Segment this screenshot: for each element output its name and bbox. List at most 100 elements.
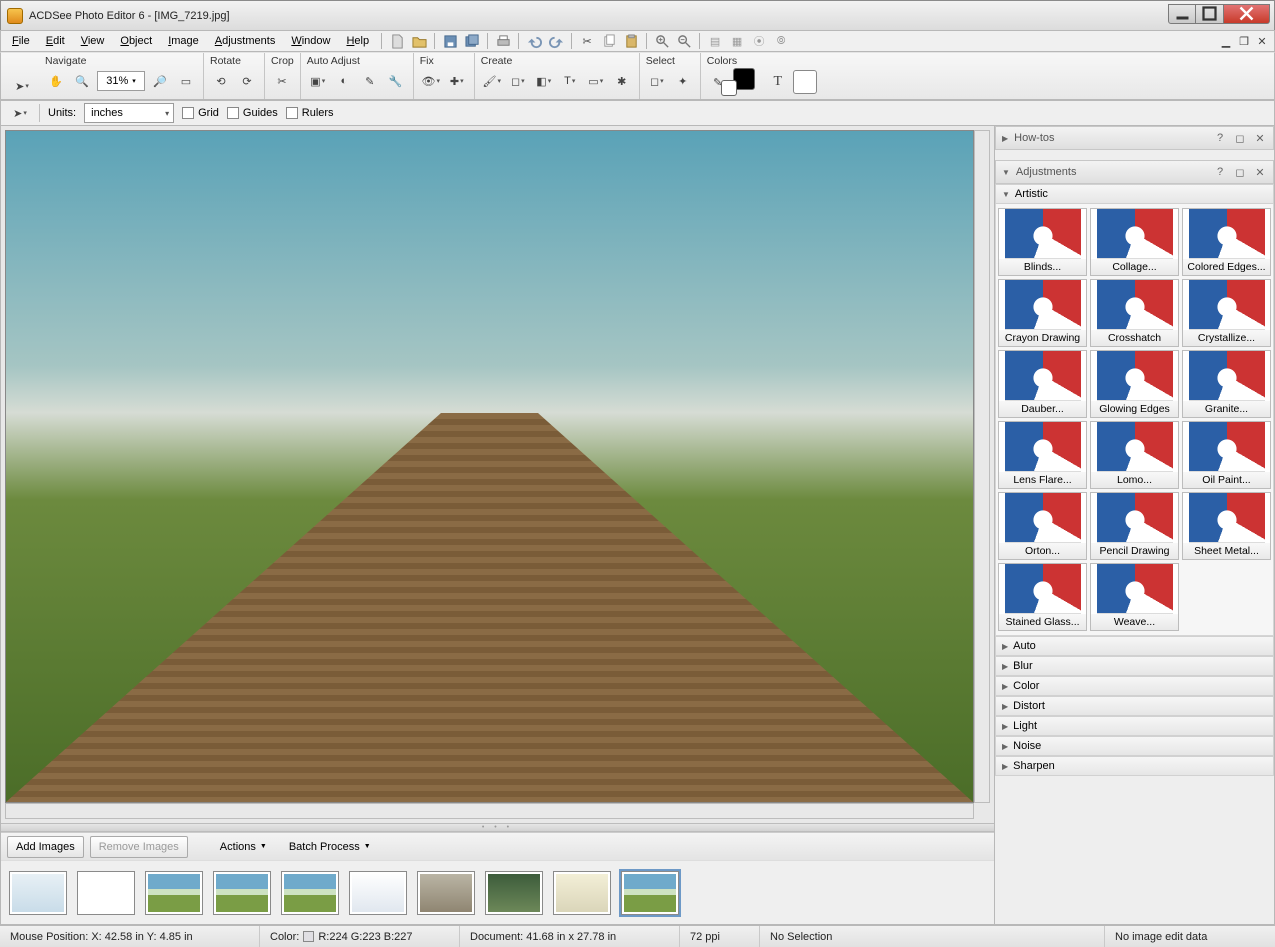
zoom-in-icon[interactable] bbox=[652, 31, 672, 51]
align-left-icon[interactable]: ▤ bbox=[705, 31, 725, 51]
rotate-right-icon[interactable]: ⟳ bbox=[236, 70, 258, 92]
window-minimize-button[interactable] bbox=[1168, 4, 1196, 24]
units-combo[interactable]: inches bbox=[84, 103, 174, 123]
filmstrip-thumb[interactable] bbox=[281, 871, 339, 915]
effect-blinds[interactable]: Blinds... bbox=[998, 208, 1087, 276]
crop-tool-icon[interactable]: ✂ bbox=[271, 70, 293, 92]
menu-view[interactable]: View bbox=[74, 33, 112, 49]
heal-tool-icon[interactable]: ✚ bbox=[446, 70, 468, 92]
fill-color-swatch[interactable] bbox=[793, 70, 817, 94]
zoom-fit-icon[interactable]: 🔎 bbox=[149, 70, 171, 92]
cut-icon[interactable]: ✂ bbox=[577, 31, 597, 51]
panel-close-icon[interactable]: ✕ bbox=[1253, 166, 1267, 179]
stamp-tool-icon[interactable]: ✱ bbox=[611, 70, 633, 92]
marquee-tool-icon[interactable]: ◻ bbox=[646, 70, 668, 92]
auto-fix-icon[interactable]: 🔧 bbox=[385, 70, 407, 92]
panel-close-icon[interactable]: ✕ bbox=[1253, 132, 1267, 145]
effect-crayon-drawing[interactable]: Crayon Drawing bbox=[998, 279, 1087, 347]
zoom-tool-icon[interactable]: 🔍 bbox=[71, 70, 93, 92]
menu-window[interactable]: Window bbox=[284, 33, 337, 49]
mdi-close-button[interactable]: ✕ bbox=[1254, 33, 1270, 49]
filmstrip-thumb[interactable] bbox=[349, 871, 407, 915]
panel-help-icon[interactable]: ? bbox=[1213, 132, 1227, 144]
copy-icon[interactable] bbox=[599, 31, 619, 51]
background-color-swatch[interactable] bbox=[721, 80, 737, 96]
effect-crystallize[interactable]: Crystallize... bbox=[1182, 279, 1271, 347]
print-icon[interactable] bbox=[493, 31, 513, 51]
pointer-tool-icon[interactable]: ➤ bbox=[11, 75, 33, 97]
effect-lomo[interactable]: Lomo... bbox=[1090, 421, 1179, 489]
menu-help[interactable]: Help bbox=[339, 33, 376, 49]
text-tool-icon[interactable]: T bbox=[559, 70, 581, 92]
save-all-icon[interactable] bbox=[462, 31, 482, 51]
distribute-h-icon[interactable]: ⦿ bbox=[749, 31, 769, 51]
menu-object[interactable]: Object bbox=[113, 33, 159, 49]
effect-collage[interactable]: Collage... bbox=[1090, 208, 1179, 276]
horizontal-scrollbar[interactable] bbox=[5, 803, 974, 819]
effect-oil-paint[interactable]: Oil Paint... bbox=[1182, 421, 1271, 489]
mdi-restore-button[interactable]: ❐ bbox=[1236, 33, 1252, 49]
tool-mode-icon[interactable]: ➤ bbox=[9, 102, 31, 124]
image-canvas[interactable] bbox=[5, 130, 974, 803]
distribute-v-icon[interactable]: ⦾ bbox=[771, 31, 791, 51]
effect-weave[interactable]: Weave... bbox=[1090, 563, 1179, 631]
zoom-level-combo[interactable]: 31%▾ bbox=[97, 71, 145, 91]
panel-pin-icon[interactable]: ◻ bbox=[1233, 132, 1247, 145]
menu-image[interactable]: Image bbox=[161, 33, 206, 49]
batch-process-dropdown[interactable]: Batch Process ▼ bbox=[281, 836, 379, 858]
rulers-checkbox[interactable]: Rulers bbox=[286, 107, 334, 119]
effect-dauber[interactable]: Dauber... bbox=[998, 350, 1087, 418]
effect-granite[interactable]: Granite... bbox=[1182, 350, 1271, 418]
effect-glowing-edges[interactable]: Glowing Edges bbox=[1090, 350, 1179, 418]
filmstrip-splitter[interactable]: • • • bbox=[1, 823, 994, 832]
filmstrip-thumb[interactable] bbox=[77, 871, 135, 915]
effect-sheet-metal[interactable]: Sheet Metal... bbox=[1182, 492, 1271, 560]
section-light[interactable]: ▶Light bbox=[995, 716, 1274, 736]
menu-edit[interactable]: Edit bbox=[39, 33, 72, 49]
redo-icon[interactable] bbox=[546, 31, 566, 51]
filmstrip-thumb[interactable] bbox=[9, 871, 67, 915]
zoom-out-icon[interactable] bbox=[674, 31, 694, 51]
section-noise[interactable]: ▶Noise bbox=[995, 736, 1274, 756]
open-icon[interactable] bbox=[409, 31, 429, 51]
zoom-actual-icon[interactable]: ▭ bbox=[175, 70, 197, 92]
remove-images-button[interactable]: Remove Images bbox=[90, 836, 188, 858]
save-icon[interactable] bbox=[440, 31, 460, 51]
filmstrip-thumb-selected[interactable] bbox=[621, 871, 679, 915]
panel-pin-icon[interactable]: ◻ bbox=[1233, 166, 1247, 179]
eraser-tool-icon[interactable]: ◧ bbox=[533, 70, 555, 92]
filmstrip-thumb[interactable] bbox=[213, 871, 271, 915]
filmstrip-thumb[interactable] bbox=[553, 871, 611, 915]
auto-color-icon[interactable]: ✎ bbox=[359, 70, 381, 92]
effect-lens-flare[interactable]: Lens Flare... bbox=[998, 421, 1087, 489]
actions-dropdown[interactable]: Actions ▼ bbox=[212, 836, 275, 858]
menu-file[interactable]: File bbox=[5, 33, 37, 49]
rotate-left-icon[interactable]: ⟲ bbox=[210, 70, 232, 92]
grid-checkbox[interactable]: Grid bbox=[182, 107, 219, 119]
undo-icon[interactable] bbox=[524, 31, 544, 51]
window-close-button[interactable] bbox=[1224, 4, 1270, 24]
filmstrip-thumb[interactable] bbox=[145, 871, 203, 915]
auto-levels-icon[interactable]: ▣ bbox=[307, 70, 329, 92]
new-icon[interactable] bbox=[387, 31, 407, 51]
section-blur[interactable]: ▶Blur bbox=[995, 656, 1274, 676]
align-center-icon[interactable]: ▦ bbox=[727, 31, 747, 51]
section-auto[interactable]: ▶Auto bbox=[995, 636, 1274, 656]
magic-wand-icon[interactable]: ✦ bbox=[672, 70, 694, 92]
effect-pencil-drawing[interactable]: Pencil Drawing bbox=[1090, 492, 1179, 560]
filmstrip-thumb[interactable] bbox=[417, 871, 475, 915]
guides-checkbox[interactable]: Guides bbox=[227, 107, 278, 119]
brush-tool-icon[interactable]: 🖌 bbox=[481, 70, 503, 92]
effect-orton[interactable]: Orton... bbox=[998, 492, 1087, 560]
vertical-scrollbar[interactable] bbox=[974, 130, 990, 803]
mdi-minimize-button[interactable]: ▁ bbox=[1218, 33, 1234, 49]
menu-adjustments[interactable]: Adjustments bbox=[208, 33, 283, 49]
filmstrip-thumb[interactable] bbox=[485, 871, 543, 915]
redeye-tool-icon[interactable]: 👁 bbox=[420, 70, 442, 92]
paste-icon[interactable] bbox=[621, 31, 641, 51]
panel-help-icon[interactable]: ? bbox=[1213, 166, 1227, 178]
hand-tool-icon[interactable]: ✋ bbox=[45, 70, 67, 92]
section-color[interactable]: ▶Color bbox=[995, 676, 1274, 696]
window-maximize-button[interactable] bbox=[1196, 4, 1224, 24]
add-images-button[interactable]: Add Images bbox=[7, 836, 84, 858]
